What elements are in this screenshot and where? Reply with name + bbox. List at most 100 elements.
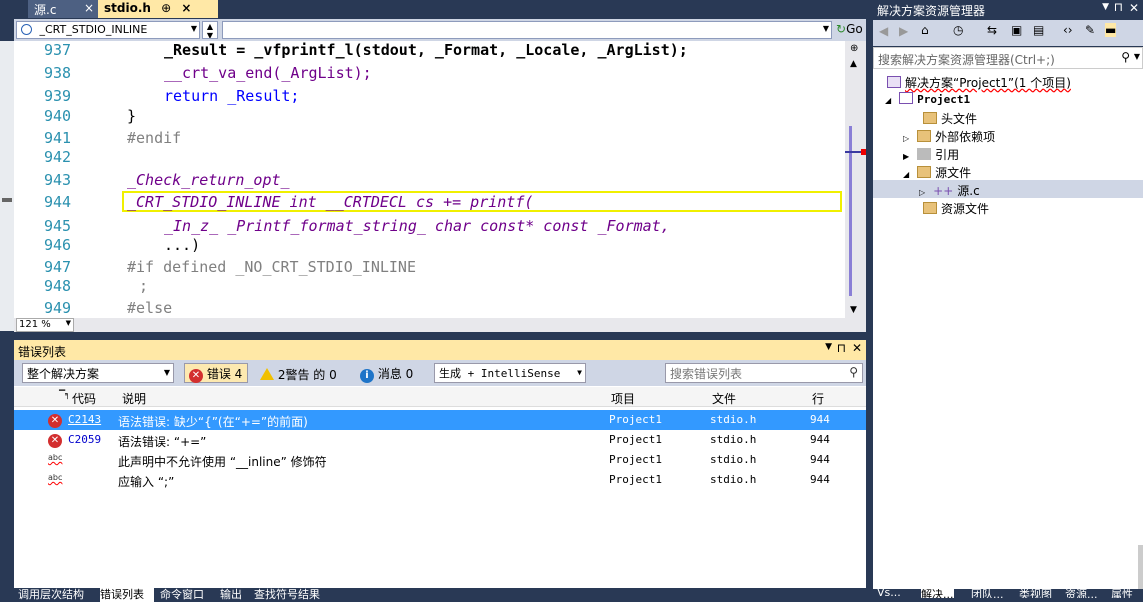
tree-item-resource-files[interactable]: 资源文件 (923, 200, 989, 217)
tree-item-external-deps[interactable]: ▷ 外部依赖项 (903, 128, 995, 145)
tree-item-header-files[interactable]: 头文件 (923, 110, 977, 127)
tab-find-symbol[interactable]: 查找符号结果 (254, 586, 320, 602)
table-row[interactable]: abc 此声明中不允许使用 “__inline” 修饰符 Project1 st… (14, 450, 866, 470)
history-icon[interactable]: ◷ (953, 23, 963, 37)
editor-vertical-scrollbar[interactable]: ⊕ ▲ ▼ (845, 41, 866, 321)
tab-solution[interactable]: 解决... (921, 589, 954, 598)
error-search-input[interactable]: 搜索错误列表 ⚲ (665, 363, 863, 383)
chevron-down-icon: ▼ (1133, 52, 1140, 61)
tab-stdio-h[interactable]: stdio.h ⊕ × (98, 0, 218, 18)
forward-icon[interactable]: ▶ (899, 24, 908, 38)
close-icon[interactable]: ✕ (1129, 1, 1139, 15)
column-line[interactable]: 行 (812, 390, 824, 407)
tab-error-list[interactable]: 错误列表 (100, 586, 154, 602)
tab-vs[interactable]: Vs... (877, 589, 901, 598)
tab-class-view[interactable]: 类视图 (1019, 589, 1052, 598)
tab-command-window[interactable]: 命令窗口 (160, 586, 204, 602)
properties-icon[interactable]: ✎ (1085, 23, 1095, 37)
line-number: 941 (44, 129, 72, 147)
member-dropdown[interactable]: ▼ (222, 21, 832, 39)
error-project: Project1 (609, 413, 662, 426)
tab-team[interactable]: 团队... (971, 589, 1004, 598)
column-code[interactable]: 代码 (72, 390, 96, 407)
column-project[interactable]: 项目 (611, 390, 635, 407)
build-source-dropdown[interactable]: 生成 + IntelliSense ▼ (434, 363, 586, 383)
close-icon[interactable]: ✕ (852, 341, 862, 355)
pin-icon[interactable]: ⊕ (161, 1, 171, 15)
solution-search-input[interactable]: 搜索解决方案资源管理器(Ctrl+;) ⚲ ▼ (873, 47, 1143, 69)
column-file[interactable]: 文件 (712, 390, 736, 407)
error-line: 944 (810, 453, 830, 466)
scroll-up-icon[interactable]: ▲ (850, 59, 857, 69)
pin-icon[interactable]: ⊓ (837, 341, 846, 355)
close-icon[interactable]: × (181, 1, 191, 15)
table-row[interactable]: abc 应输入 “;” Project1 stdio.h 944 (14, 470, 866, 490)
split-icon[interactable]: ⊕ (850, 43, 858, 54)
tree-item-solution[interactable]: 解决方案“Project1”(1 个项目) (887, 74, 1071, 91)
error-code-link[interactable]: C2143 (68, 413, 101, 426)
code-line: #if defined _NO_CRT_STDIO_INLINE (127, 258, 416, 276)
errors-filter-button[interactable]: ✕ 错误 4 (184, 363, 248, 383)
intellisense-icon: abc (48, 473, 63, 482)
warnings-filter-button[interactable]: 2警告 的 0 (260, 366, 337, 383)
chevron-down-icon: ▼ (65, 319, 71, 327)
go-button[interactable]: ↻Go (836, 22, 863, 36)
error-icon: ✕ (48, 414, 62, 428)
scope-splitter[interactable]: ▲ ▼ (202, 21, 218, 39)
collapse-all-icon[interactable]: ▣ (1011, 23, 1022, 37)
code-line: _In_z_ _Printf_format_string_ char const… (164, 217, 670, 235)
pin-icon[interactable]: ⊓ (1114, 0, 1123, 14)
code-line: #endif (127, 129, 182, 147)
zoom-dropdown[interactable]: 121 % ▼ (16, 318, 74, 332)
collapsed-arrow-icon: ▷ (903, 134, 910, 143)
warnings-filter-label: 2警告 的 0 (277, 368, 337, 382)
code-editor[interactable]: 937 _Result = _vfprintf_l(stdout, _Forma… (14, 41, 866, 321)
dropdown-icon[interactable]: ▼ (1102, 2, 1109, 12)
tree-item-source-files[interactable]: ◢ 源文件 (903, 164, 971, 181)
error-description: 此声明中不允许使用 “__inline” 修饰符 (118, 455, 327, 469)
code-line: } (127, 107, 137, 125)
scroll-down-icon[interactable]: ▼ (850, 305, 857, 315)
solution-scrollbar[interactable] (1138, 545, 1143, 589)
error-line: 944 (810, 473, 830, 486)
tree-item-source-c[interactable]: ▷ ++ 源.c (873, 180, 1143, 198)
folder-icon (917, 130, 932, 142)
tree-item-label: 解决方案“Project1”(1 个项目) (905, 76, 1071, 90)
column-description[interactable]: 说明 (122, 390, 146, 407)
sort-icon[interactable]: ▔╕ (59, 390, 70, 399)
error-code-link[interactable]: C2059 (68, 433, 101, 446)
editor-zoom-bar: 121 % ▼ (14, 318, 866, 332)
solution-search-placeholder: 搜索解决方案资源管理器(Ctrl+;) (878, 53, 1055, 67)
preview-icon[interactable]: ▬ (1105, 23, 1117, 37)
tree-item-references[interactable]: ▶ 引用 (903, 146, 959, 163)
tab-properties[interactable]: 属性 (1111, 589, 1133, 598)
error-description: 语法错误: 缺少“{”(在“+=”的前面) (118, 415, 308, 429)
editor-left-margin (0, 41, 14, 331)
tab-resources[interactable]: 资源... (1065, 589, 1098, 598)
table-row[interactable]: ✕ C2059 语法错误: “+=” Project1 stdio.h 944 (14, 430, 866, 450)
code-line: ; (139, 277, 149, 295)
solution-explorer-title-bar: 解决方案资源管理器 ▼ ⊓ ✕ (873, 0, 1143, 20)
scope-dropdown[interactable]: _CRT_STDIO_INLINE ▼ (16, 21, 200, 39)
tab-output[interactable]: 输出 (220, 586, 242, 602)
tree-item-project[interactable]: ◢ Project1 (885, 92, 970, 106)
tab-source-c[interactable]: 源.c × (28, 0, 98, 18)
messages-filter-button[interactable]: i 消息 0 (360, 365, 413, 383)
close-icon[interactable]: × (84, 1, 94, 15)
view-code-icon[interactable]: ‹› (1063, 23, 1073, 37)
tab-call-hierarchy[interactable]: 调用层次结构 (18, 586, 84, 602)
sync-icon[interactable]: ⇆ (987, 23, 997, 37)
intellisense-icon: abc (48, 453, 63, 462)
show-all-files-icon[interactable]: ▤ (1033, 23, 1044, 37)
back-icon[interactable]: ◀ (879, 24, 888, 38)
home-icon[interactable]: ⌂ (921, 23, 929, 37)
error-list-header: ▔╕ 代码 说明 项目 文件 行 (14, 387, 866, 407)
expanded-arrow-icon: ◢ (903, 170, 910, 179)
dropdown-icon[interactable]: ▼ (825, 342, 832, 352)
error-icon: ✕ (48, 434, 62, 448)
error-list-title-bar: 错误列表 ▼ ⊓ ✕ (14, 340, 866, 360)
scope-filter-dropdown[interactable]: 整个解决方案 ▼ (22, 363, 174, 383)
error-search-placeholder: 搜索错误列表 (670, 367, 743, 381)
solution-bottom-tabs: Vs... 解决... 团队... 类视图 资源... 属性 (873, 589, 1143, 598)
table-row[interactable]: ✕ C2143 语法错误: 缺少“{”(在“+=”的前面) Project1 s… (14, 410, 866, 430)
